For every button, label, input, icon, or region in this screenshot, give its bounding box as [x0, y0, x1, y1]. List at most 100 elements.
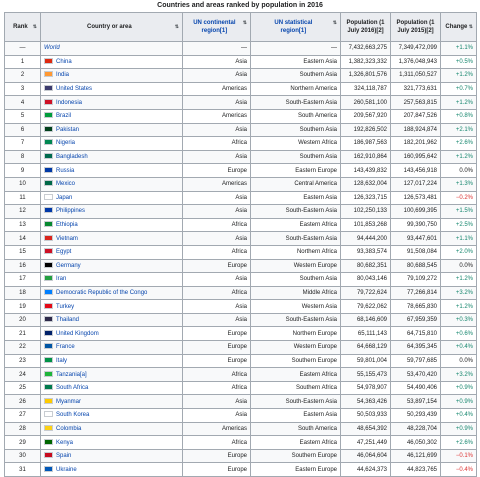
col-header-link[interactable]: UN continental region[1] — [188, 19, 240, 35]
country-link[interactable]: Colombia — [56, 426, 81, 432]
continent-cell: Asia — [182, 68, 251, 83]
pop2016-cell: 59,801,004 — [340, 353, 391, 369]
sort-icon[interactable]: ⇅ — [243, 19, 247, 27]
continent-value: Asia — [235, 208, 247, 215]
col-header-pop2015[interactable]: Population (1 July 2015)[2] — [390, 12, 441, 42]
pop2016-cell: 209,567,920 — [340, 108, 391, 124]
table-row: 2 India Asia Southern Asia 1,326,801,576 1,31… — [4, 68, 477, 83]
country-link[interactable]: Turkey — [56, 304, 74, 310]
pop2015-value: 50,293,439 — [406, 412, 437, 419]
pop2015-value: 67,959,359 — [406, 317, 437, 324]
country-link[interactable]: South Africa — [56, 385, 88, 391]
col-header-rank[interactable]: Rank ⇅ — [4, 12, 41, 42]
country-link[interactable]: South Korea — [56, 412, 89, 418]
region-cell: South-Eastern Asia — [250, 204, 341, 219]
pop2016-value: 324,118,787 — [354, 86, 387, 93]
country-link[interactable]: Ethiopia — [56, 222, 78, 228]
country-link[interactable]: Brazil — [56, 113, 71, 119]
region-cell: Northern Africa — [250, 244, 341, 260]
pop2016-cell: 64,668,129 — [340, 340, 391, 355]
country-link[interactable]: Vietnam — [56, 236, 78, 242]
region-value: Western Asia — [301, 303, 337, 310]
country-link[interactable]: Tanzania[a] — [56, 372, 87, 378]
country-link[interactable]: Russia — [56, 168, 74, 174]
region-value: South America — [297, 113, 337, 120]
sort-icon[interactable]: ⇅ — [469, 23, 473, 31]
country-link[interactable]: France — [56, 344, 75, 350]
pop2015-value: 321,773,631 — [403, 86, 437, 93]
rank-value: 12 — [19, 208, 26, 215]
col-header-link[interactable]: UN statistical region[1] — [263, 19, 323, 35]
country-link[interactable]: Myanmar — [56, 399, 81, 405]
pop2015-value: 54,490,406 — [406, 385, 437, 392]
flag-icon — [44, 302, 53, 309]
change-value: +2.0% — [455, 249, 473, 256]
pop2015-value: 207,847,526 — [403, 113, 437, 120]
rank-cell: 19 — [4, 299, 41, 314]
col-header-region[interactable]: UN statistical region[1] ⇅ — [250, 12, 341, 42]
country-link[interactable]: Egypt — [56, 249, 71, 255]
pop2016-value: 59,801,004 — [356, 357, 387, 364]
change-cell: +0.4% — [440, 340, 477, 355]
country-link[interactable]: Bangladesh — [56, 154, 88, 160]
country-link[interactable]: Iran — [56, 276, 66, 282]
change-value: +0.7% — [455, 86, 473, 93]
col-header-change[interactable]: Change ⇅ — [440, 12, 477, 42]
sort-icon[interactable]: ⇅ — [33, 23, 37, 31]
continent-value: Europe — [227, 357, 247, 364]
country-cell: Colombia — [40, 421, 183, 437]
flag-icon — [44, 221, 53, 228]
region-cell: Eastern Europe — [250, 462, 341, 477]
pop2015-value: 188,924,874 — [403, 126, 437, 133]
pop2016-cell: 93,383,574 — [340, 244, 391, 260]
change-value: +0.4% — [455, 344, 473, 351]
pop2016-cell: 68,146,609 — [340, 312, 391, 328]
country-link[interactable]: Kenya — [56, 440, 73, 446]
country-link[interactable]: Mexico — [56, 181, 75, 187]
country-link[interactable]: Nigeria — [56, 140, 75, 146]
country-link[interactable]: Germany — [56, 263, 81, 269]
country-link[interactable]: Pakistan — [56, 127, 79, 133]
country-link[interactable]: Democratic Republic of the Congo — [56, 290, 147, 296]
flag-icon — [44, 356, 53, 363]
country-link[interactable]: Japan — [56, 195, 72, 201]
change-value: +0.5% — [455, 58, 473, 65]
country-link[interactable]: Indonesia — [56, 100, 82, 106]
continent-cell: Asia — [182, 272, 251, 287]
pop2016-cell: 50,503,933 — [340, 408, 391, 423]
region-cell: Central America — [250, 176, 341, 192]
pop2016-cell: 143,439,832 — [340, 163, 391, 178]
rank-value: 11 — [19, 194, 26, 201]
table-row: 4 Indonesia Asia South-Eastern Asia 260,581,… — [4, 95, 477, 110]
col-header-continent[interactable]: UN continental region[1] ⇅ — [182, 12, 251, 42]
pop2015-value: 53,470,420 — [406, 371, 437, 378]
col-header-country[interactable]: Country or area ⇅ — [40, 12, 183, 42]
country-cell: France — [40, 340, 183, 355]
country-link[interactable]: Ukraine — [56, 467, 77, 473]
table-row: 18 Democratic Republic of the Congo Africa… — [4, 285, 477, 301]
table-row: 9 Russia Europe Eastern Europe 143,439,832 14… — [4, 163, 477, 178]
country-link[interactable]: Spain — [56, 453, 71, 459]
flag-icon — [44, 452, 53, 459]
country-link[interactable]: Philippines — [56, 208, 85, 214]
pop2015-cell: 100,699,395 — [390, 204, 441, 219]
continent-value: Americas — [221, 181, 247, 188]
region-cell: South-Eastern Asia — [250, 231, 341, 246]
region-value: Eastern Europe — [295, 466, 337, 473]
pop2016-value: 68,146,609 — [356, 317, 387, 324]
country-link[interactable]: Italy — [56, 358, 67, 364]
region-value: Eastern Africa — [299, 439, 337, 446]
country-link[interactable]: China — [56, 59, 72, 65]
country-link[interactable]: United Kingdom — [56, 331, 99, 337]
col-header-pop2016[interactable]: Population (1 July 2016)[2] — [340, 12, 391, 42]
region-value: Southern Europe — [291, 453, 337, 460]
country-link[interactable]: India — [56, 72, 69, 78]
country-link[interactable]: Thailand — [56, 317, 79, 323]
table-row: 25 South Africa Africa Southern Africa 54,97… — [4, 380, 477, 396]
country-link[interactable]: World — [44, 45, 60, 51]
sort-icon[interactable]: ⇅ — [333, 19, 337, 27]
continent-value: Asia — [235, 276, 247, 283]
sort-icon[interactable]: ⇅ — [175, 23, 179, 31]
country-link[interactable]: United States — [56, 86, 92, 92]
pop2015-value: 143,456,918 — [403, 167, 437, 174]
